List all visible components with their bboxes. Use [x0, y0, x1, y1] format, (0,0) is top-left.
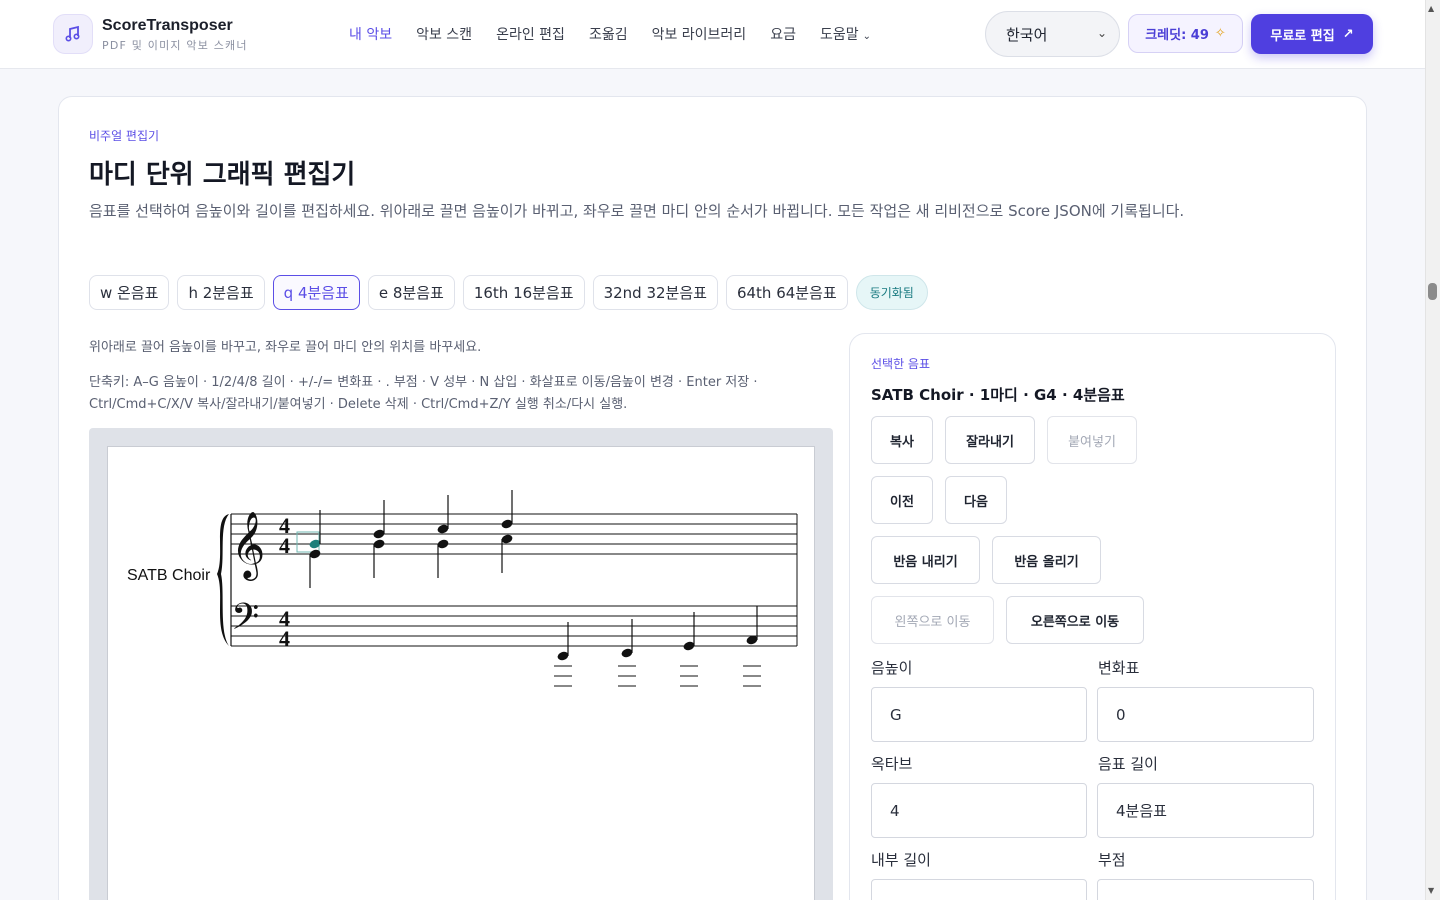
scroll-up-arrow-icon[interactable]: ▲ — [1428, 4, 1434, 13]
accidental-input[interactable]: 0 — [1097, 687, 1314, 742]
semitone-up-button[interactable]: 반음 올리기 — [992, 536, 1101, 584]
duration-toolbar: w 온음표 h 2분음표 q 4분음표 e 8분음표 16th 16분음표 32… — [89, 275, 928, 310]
cut-button[interactable]: 잘라내기 — [945, 416, 1035, 464]
drag-hint: 위아래로 끌어 음높이를 바꾸고, 좌우로 끌어 마디 안의 위치를 바꾸세요. — [89, 340, 482, 355]
bass-staff — [231, 605, 797, 647]
music-note-icon — [65, 25, 80, 42]
nav-help[interactable]: 도움말 ⌄ — [820, 24, 871, 44]
duration-64th-button[interactable]: 64th 64분음표 — [725, 275, 848, 310]
credits-button[interactable]: 크레딧: 49 ✧ — [1128, 14, 1243, 53]
scroll-down-arrow-icon[interactable]: ▼ — [1428, 886, 1434, 895]
nav-pricing[interactable]: 요금 — [770, 24, 796, 44]
nav-online-edit[interactable]: 온라인 편집 — [496, 24, 565, 44]
edit-free-label: 무료로 편집 — [1270, 28, 1335, 44]
language-value: 한국어 — [1006, 25, 1048, 44]
chevron-down-icon: ⌄ — [1096, 26, 1107, 40]
inspector-title: SATB Choir · 1마디 · G4 · 4분음표 — [871, 386, 1125, 404]
nav-score-scan[interactable]: 악보 스캔 — [416, 24, 472, 44]
part-name-label: SATB Choir — [127, 567, 211, 584]
main-nav: 내 악보 악보 스캔 온라인 편집 조옮김 악보 라이브러리 요금 도움말 ⌄ — [349, 24, 895, 44]
next-note-button[interactable]: 다음 — [945, 476, 1007, 524]
dot-input[interactable] — [1097, 879, 1314, 900]
scrollbar[interactable] — [1425, 0, 1440, 900]
score-notation[interactable]: SATB Choir 𝄞 𝄢 4 4 4 4 — [107, 446, 815, 900]
nav-score-library[interactable]: 악보 라이브러리 — [652, 24, 747, 44]
language-select[interactable]: 한국어 ⌄ — [985, 11, 1120, 57]
notes-layer — [309, 490, 761, 687]
move-left-button[interactable]: 왼쪽으로 이동 — [871, 596, 994, 644]
duration-half-button[interactable]: h 2분음표 — [177, 275, 265, 310]
paste-button[interactable]: 붙여넣기 — [1047, 416, 1137, 464]
external-arrow-icon: ↗ — [1342, 26, 1354, 42]
chevron-down-icon: ⌄ — [862, 31, 871, 42]
duration-32nd-button[interactable]: 32nd 32분음표 — [592, 275, 718, 310]
treble-clef-icon: 𝄞 — [231, 510, 265, 581]
copy-button[interactable]: 복사 — [871, 416, 933, 464]
internal-duration-label: 내부 길이 — [871, 851, 931, 869]
bass-clef-icon: 𝄢 — [231, 596, 259, 647]
sync-status-badge: 동기화됨 — [855, 275, 928, 310]
duration-quarter-button[interactable]: q 4분음표 — [272, 275, 360, 310]
brand-tagline: PDF 및 이미지 악보 스캐너 — [102, 39, 248, 52]
note-duration-select[interactable]: 4분음표 — [1097, 783, 1314, 838]
brand-name[interactable]: ScoreTransposer — [102, 17, 233, 35]
treble-time-bottom: 4 — [279, 533, 290, 558]
internal-duration-input[interactable] — [871, 879, 1087, 900]
nav-my-scores[interactable]: 내 악보 — [349, 24, 392, 44]
octave-input[interactable]: 4 — [871, 783, 1087, 838]
shortcut-hint: 단축키: A–G 음높이 · 1/2/4/8 길이 · +/-/= 변화표 · … — [89, 375, 758, 412]
semitone-down-button[interactable]: 반음 내리기 — [871, 536, 980, 584]
sparkle-icon: ✧ — [1214, 26, 1226, 41]
octave-label: 옥타브 — [871, 755, 913, 773]
duration-eighth-button[interactable]: e 8분음표 — [367, 275, 455, 310]
bass-time-bottom: 4 — [279, 626, 290, 651]
scrollbar-thumb[interactable] — [1428, 283, 1437, 300]
pitch-input[interactable]: G — [871, 687, 1087, 742]
nav-transpose[interactable]: 조옮김 — [589, 24, 628, 44]
pitch-label: 음높이 — [871, 659, 913, 677]
credits-label: 크레딧: 49 — [1145, 28, 1209, 43]
editor-description: 음표를 선택하여 음높이와 길이를 편집하세요. 위아래로 끌면 음높이가 바뀌… — [89, 202, 1185, 220]
note-duration-label: 음표 길이 — [1098, 755, 1158, 773]
page-title: 마디 단위 그래픽 편집기 — [89, 160, 356, 190]
system-brace — [217, 514, 229, 646]
accidental-label: 변화표 — [1098, 659, 1140, 677]
move-right-button[interactable]: 오른쪽으로 이동 — [1006, 596, 1144, 644]
app-logo[interactable] — [53, 14, 93, 54]
editor-eyebrow: 비주얼 편집기 — [89, 129, 160, 143]
inspector-label: 선택한 음표 — [871, 357, 931, 371]
dot-label: 부점 — [1098, 851, 1126, 869]
duration-16th-button[interactable]: 16th 16분음표 — [462, 275, 585, 310]
duration-whole-button[interactable]: w 온음표 — [89, 275, 170, 310]
treble-staff — [231, 513, 797, 555]
prev-note-button[interactable]: 이전 — [871, 476, 933, 524]
edit-free-button[interactable]: 무료로 편집 ↗ — [1251, 14, 1373, 54]
